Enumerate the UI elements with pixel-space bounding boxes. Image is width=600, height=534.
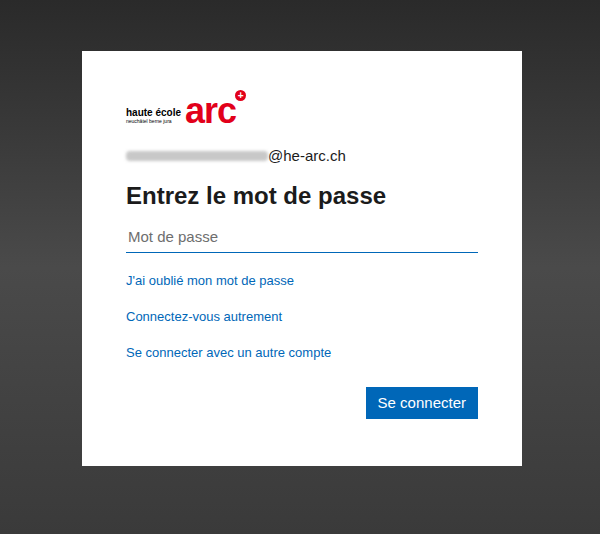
links: J'ai oublié mon mot de passe Connectez-vo…	[126, 271, 478, 363]
link[interactable]: Se connecter avec un autre compte	[126, 343, 331, 363]
masked-username	[126, 151, 268, 161]
account-email: @he-arc.ch	[126, 146, 478, 166]
logo-name: haute école	[126, 107, 181, 118]
logo-mark: arc	[185, 90, 236, 131]
sign-in-button[interactable]: Se connecter	[366, 387, 478, 419]
login-card: haute écoleneuchâtel berne juraarc+@he-a…	[82, 51, 522, 466]
login-page: haute écoleneuchâtel berne juraarc+@he-a…	[0, 0, 600, 534]
logo-subtitle: neuchâtel berne jura	[126, 118, 181, 124]
link[interactable]: Connectez-vous autrement	[126, 307, 282, 327]
password-input[interactable]	[126, 221, 478, 253]
logo: haute écoleneuchâtel berne juraarc+	[126, 96, 478, 130]
link[interactable]: J'ai oublié mon mot de passe	[126, 271, 294, 291]
logo-badge: +	[235, 90, 246, 101]
heading: Entrez le mot de passe	[126, 180, 478, 212]
